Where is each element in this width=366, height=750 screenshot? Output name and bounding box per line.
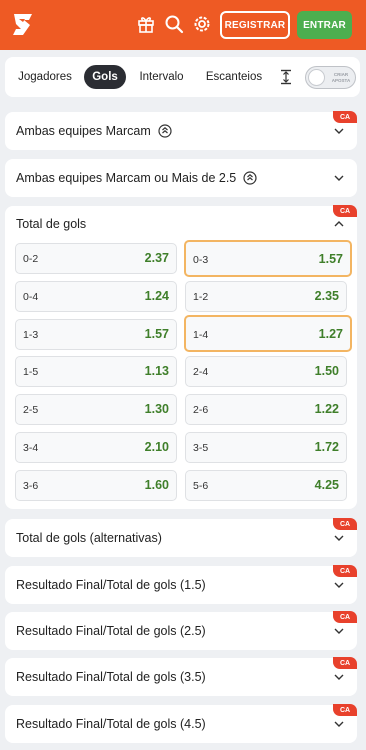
chevron-down-icon[interactable] xyxy=(333,671,345,683)
market-tabs: Jogadores Gols Intervalo Escanteios CRIA… xyxy=(5,57,360,97)
odd-label: 3-6 xyxy=(23,480,39,492)
tab-escanteios[interactable]: Escanteios xyxy=(201,65,267,89)
odd-button-selected[interactable]: 1-4 1.27 xyxy=(184,315,352,352)
odd-label: 0-2 xyxy=(23,253,39,265)
ca-badge: CA xyxy=(333,518,357,530)
market-title: Total de gols xyxy=(16,217,86,231)
market-title: Resultado Final/Total de gols (3.5) xyxy=(16,670,206,684)
market-title-text: Ambas equipes Marcam ou Mais de 2.5 xyxy=(16,171,237,185)
market-title-text: Total de gols (alternativas) xyxy=(16,531,162,545)
odd-button[interactable]: 1-3 1.57 xyxy=(15,319,177,350)
market-title: Resultado Final/Total de gols (1.5) xyxy=(16,578,206,592)
odd-value: 1.57 xyxy=(144,327,169,341)
odd-value: 1.13 xyxy=(144,364,169,378)
chevron-down-icon[interactable] xyxy=(333,125,345,137)
ca-badge: CA xyxy=(333,111,357,123)
odd-button[interactable]: 0-2 2.37 xyxy=(15,243,177,274)
odd-label: 3-5 xyxy=(193,442,209,454)
odd-button[interactable]: 2-6 1.22 xyxy=(185,394,347,425)
ca-badge: CA xyxy=(333,657,357,669)
enter-button[interactable]: ENTRAR xyxy=(297,11,352,39)
chevron-down-icon[interactable] xyxy=(333,718,345,730)
odd-value: 1.27 xyxy=(318,327,343,341)
odd-value: 1.57 xyxy=(318,252,343,266)
odd-value: 1.72 xyxy=(314,440,339,454)
tab-gols[interactable]: Gols xyxy=(84,65,126,89)
market-card[interactable]: CA Resultado Final/Total de gols (4.5) xyxy=(5,704,357,743)
ca-badge: CA xyxy=(333,565,357,577)
odd-label: 5-6 xyxy=(193,480,209,492)
chevron-up-icon[interactable] xyxy=(333,218,345,230)
register-button[interactable]: REGISTRAR xyxy=(220,11,290,39)
odd-value: 4.25 xyxy=(314,478,339,492)
market-title: Ambas equipes Marcam xyxy=(16,124,172,138)
odd-label: 2-5 xyxy=(23,404,39,416)
odd-button[interactable]: 2-4 1.50 xyxy=(185,356,347,387)
chevron-down-icon[interactable] xyxy=(333,172,345,184)
market-title: Ambas equipes Marcam ou Mais de 2.5 xyxy=(16,171,257,185)
market-title-text: Resultado Final/Total de gols (3.5) xyxy=(16,670,206,684)
odd-button-selected[interactable]: 0-3 1.57 xyxy=(184,240,352,277)
toggle-label: CRIAR APOSTA xyxy=(331,72,351,83)
odd-label: 1-4 xyxy=(193,329,209,341)
odd-label: 1-5 xyxy=(23,366,39,378)
odd-button[interactable]: 5-6 4.25 xyxy=(185,470,347,501)
app-header: REGISTRAR ENTRAR xyxy=(0,0,366,50)
market-card[interactable]: CA Ambas equipes Marcam xyxy=(5,111,357,150)
odd-value: 1.50 xyxy=(314,364,339,378)
odd-button[interactable]: 1-2 2.35 xyxy=(185,281,347,312)
odd-label: 0-4 xyxy=(23,291,39,303)
market-title-text: Resultado Final/Total de gols (4.5) xyxy=(16,717,206,731)
expand-collapse-icon[interactable] xyxy=(279,69,293,85)
toggle-knob xyxy=(308,69,325,86)
odd-value: 2.10 xyxy=(144,440,169,454)
ca-badge: CA xyxy=(333,704,357,716)
market-card-expanded: CA Total de gols 0-2 2.37 0-3 1.57 0-4 1… xyxy=(5,205,357,509)
gift-icon[interactable] xyxy=(136,14,156,34)
odd-button[interactable]: 0-4 1.24 xyxy=(15,281,177,312)
odd-button[interactable]: 3-5 1.72 xyxy=(185,432,347,463)
odd-label: 2-6 xyxy=(193,404,209,416)
market-title: Total de gols (alternativas) xyxy=(16,531,162,545)
odd-button[interactable]: 2-5 1.30 xyxy=(15,394,177,425)
odd-value: 2.35 xyxy=(314,289,339,303)
odd-label: 3-4 xyxy=(23,442,39,454)
odd-value: 1.22 xyxy=(314,402,339,416)
chevron-down-icon[interactable] xyxy=(333,579,345,591)
market-card[interactable]: Ambas equipes Marcam ou Mais de 2.5 xyxy=(5,159,357,197)
brand-logo-icon[interactable] xyxy=(10,11,36,37)
market-title: Resultado Final/Total de gols (4.5) xyxy=(16,717,206,731)
market-card[interactable]: CA Resultado Final/Total de gols (3.5) xyxy=(5,657,357,696)
odd-value: 1.30 xyxy=(144,402,169,416)
tab-jogadores[interactable]: Jogadores xyxy=(12,65,78,89)
chevron-down-icon[interactable] xyxy=(333,532,345,544)
odd-value: 2.37 xyxy=(144,251,169,265)
market-card[interactable]: CA Resultado Final/Total de gols (2.5) xyxy=(5,611,357,650)
bet-builder-icon xyxy=(243,171,257,185)
odd-label: 1-3 xyxy=(23,329,39,341)
odd-button[interactable]: 1-5 1.13 xyxy=(15,356,177,387)
tab-intervalo[interactable]: Intervalo xyxy=(133,65,190,89)
market-title-text: Resultado Final/Total de gols (1.5) xyxy=(16,578,206,592)
market-title-text: Resultado Final/Total de gols (2.5) xyxy=(16,624,206,638)
ca-badge: CA xyxy=(333,205,357,217)
odd-value: 1.60 xyxy=(144,478,169,492)
market-title-text: Ambas equipes Marcam xyxy=(16,124,151,138)
odd-value: 1.24 xyxy=(144,289,169,303)
chevron-down-icon[interactable] xyxy=(333,625,345,637)
odd-label: 0-3 xyxy=(193,254,209,266)
gear-icon[interactable] xyxy=(192,14,212,34)
odd-button[interactable]: 3-6 1.60 xyxy=(15,470,177,501)
search-icon[interactable] xyxy=(164,14,184,34)
market-title-text: Total de gols xyxy=(16,217,87,231)
bet-builder-icon xyxy=(158,124,172,138)
ca-badge: CA xyxy=(333,611,357,623)
market-card[interactable]: CA Resultado Final/Total de gols (1.5) xyxy=(5,565,357,604)
odd-label: 1-2 xyxy=(193,291,209,303)
create-bet-toggle[interactable]: CRIAR APOSTA xyxy=(305,66,356,89)
market-card[interactable]: CA Total de gols (alternativas) xyxy=(5,518,357,557)
odd-label: 2-4 xyxy=(193,366,209,378)
market-title: Resultado Final/Total de gols (2.5) xyxy=(16,624,206,638)
odd-button[interactable]: 3-4 2.10 xyxy=(15,432,177,463)
